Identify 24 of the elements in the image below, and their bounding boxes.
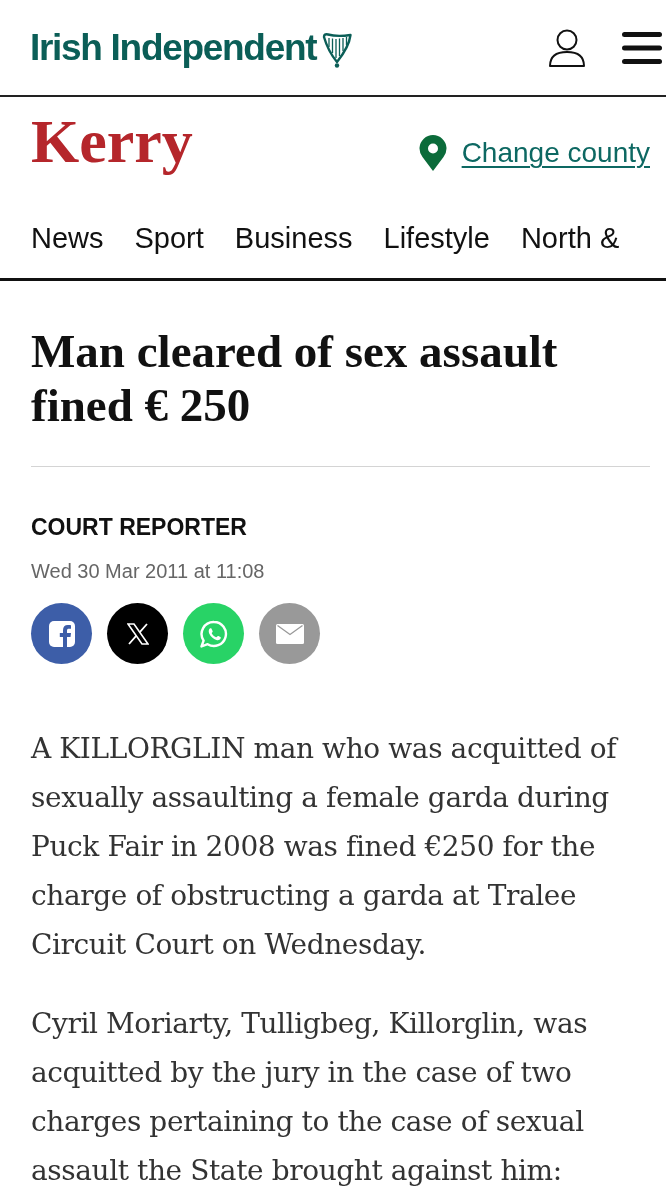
publish-date: Wed 30 Mar 2011 at 11:08 (31, 559, 266, 584)
body-paragraph: A KILLORGLIN man who was acquitted of sexually assaulting a female garda during Puck Fair in 2008 was fined €250 for the charge of obstructing a garda at Tralee Circuit Court on Wednesday. (31, 731, 620, 963)
email-share-button[interactable] (259, 603, 320, 664)
change-county-link[interactable]: Change county (461, 137, 650, 169)
site-logo-text[interactable]: Irish Independent (30, 26, 317, 69)
nav-link[interactable]: Lifestyle (383, 218, 490, 258)
author-name[interactable]: COURT REPORTER (31, 512, 650, 542)
harp-icon (322, 31, 353, 68)
menu-icon[interactable] (622, 31, 662, 64)
facebook-share-button[interactable] (31, 603, 92, 664)
location-pin-icon (417, 135, 448, 171)
user-account-icon[interactable] (548, 28, 586, 67)
article-headline: Man cleared of sex assault fined € 250 (31, 324, 559, 432)
x-share-button[interactable] (107, 603, 168, 664)
x-logo-icon (126, 622, 149, 645)
nav-link[interactable]: Sport (134, 218, 204, 258)
county-title: Kerry (31, 106, 193, 176)
chat-phone-icon (199, 619, 228, 648)
nav-link[interactable]: News (31, 218, 104, 258)
facebook-logo-icon (48, 620, 75, 647)
nav-link[interactable]: North & (520, 218, 620, 258)
body-paragraph: Cyril Moriarty, Tulligbeg, Killorglin, was acquitted by the jury in the case of two charges pertaining to the case of sexual assault the State brought against him: (31, 1006, 589, 1189)
nav-link[interactable]: Business (234, 218, 353, 258)
envelope-icon (275, 623, 304, 644)
